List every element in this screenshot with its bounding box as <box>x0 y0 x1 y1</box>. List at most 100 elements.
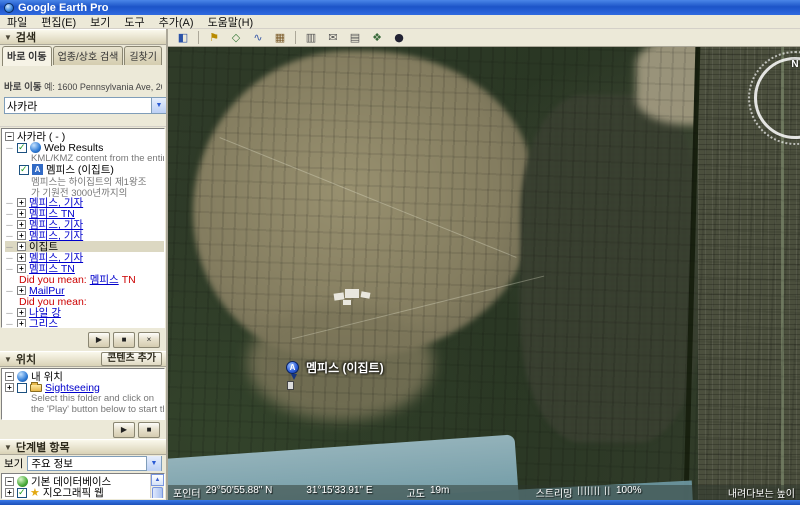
layer-label: 지오그래픽 웹 <box>42 487 104 498</box>
map-ruins-cluster <box>333 287 384 317</box>
menu-item-보기[interactable]: 보기 <box>83 14 117 30</box>
result-row[interactable]: ─ + 멤피스, 기자 <box>5 230 164 241</box>
result-row: 멤피스는 하이집트의 제1왕조 <box>31 175 164 187</box>
places-panel-header[interactable]: ▼ 위치 콘텐츠 추가 <box>0 351 166 367</box>
tab-길찾기[interactable]: 길찾기 <box>124 46 162 65</box>
add-path-icon[interactable]: ∿ <box>248 30 268 45</box>
result-link[interactable]: 멤피스, 기자 <box>29 197 83 208</box>
map-viewport[interactable]: N A 멤피스 (이집트) 포인터 29°50'55.88" N 31°15'3… <box>168 47 800 500</box>
result-row[interactable]: ─ + 멤피스, 기자 <box>5 219 164 230</box>
combo-dropdown-icon[interactable]: ▼ <box>151 98 166 113</box>
result-row[interactable]: ─ + 그리스 <box>5 318 164 328</box>
result-row[interactable]: ─ + 나일 강 <box>5 307 164 318</box>
layers-panel-header[interactable]: ▼ 단계별 항목 <box>0 439 166 455</box>
search-input[interactable] <box>5 98 151 113</box>
email-icon[interactable]: ✉ <box>323 30 343 45</box>
print-icon[interactable]: ▤ <box>345 30 365 45</box>
expander-icon[interactable]: + <box>17 264 26 273</box>
compass-navigation[interactable]: N <box>748 51 800 145</box>
clear-results-button[interactable]: × <box>138 332 160 348</box>
expander-icon[interactable]: − <box>5 132 14 141</box>
checkbox-checked[interactable] <box>17 142 27 153</box>
play-tour-button[interactable]: ▶ <box>88 332 110 348</box>
add-polygon-icon[interactable]: ◇ <box>226 30 246 45</box>
result-row[interactable]: ─ + 이집트 <box>5 241 164 252</box>
did-you-mean-link[interactable]: 멤피스 <box>90 274 119 285</box>
add-content-button[interactable]: 콘텐츠 추가 <box>101 352 162 366</box>
sightseeing-link[interactable]: Sightseeing <box>45 382 100 393</box>
search-panel-header[interactable]: ▼ 검색 <box>0 29 166 45</box>
result-row[interactable]: A멤피스 (이집트) <box>19 164 164 175</box>
sidebar-toggle-icon[interactable]: ◧ <box>173 30 193 45</box>
tab-바로 이동[interactable]: 바로 이동 <box>2 46 52 66</box>
result-row[interactable]: ─ + 멤피스, 기자 <box>5 197 164 208</box>
result-row[interactable]: ─ + 멤피스, 기자 <box>5 252 164 263</box>
menu-item-도움말H[interactable]: 도움말(H) <box>201 14 261 30</box>
expander-icon[interactable]: + <box>5 383 14 392</box>
result-row[interactable]: Did you mean: <box>19 296 164 307</box>
tree-dash: ─ <box>6 318 13 328</box>
menu-item-도구[interactable]: 도구 <box>117 14 151 30</box>
expander-icon[interactable]: + <box>5 488 14 497</box>
layers-scrollbar[interactable]: ▲ ▼ <box>150 474 164 498</box>
ruler-icon[interactable]: ▥ <box>301 30 321 45</box>
layers-view-select[interactable]: 주요 정보 ▼ <box>27 456 162 471</box>
checkbox-checked[interactable] <box>17 487 27 498</box>
result-row[interactable]: ─ Web Results <box>5 142 164 153</box>
expander-icon[interactable]: + <box>17 198 26 207</box>
expander-icon[interactable]: + <box>17 231 26 240</box>
toolbar-separator <box>295 31 296 44</box>
layer-label: 도로 <box>45 498 64 499</box>
expander-icon[interactable]: − <box>5 477 14 486</box>
result-row[interactable]: ─ + 멤피스 TN <box>5 263 164 274</box>
search-tabs: 바로 이동 업종/상호 검색 길찾기 <box>0 45 166 66</box>
stop-tour-button[interactable]: ■ <box>138 422 160 438</box>
streaming-readout: 스트리밍 ||||||| || 100% <box>535 485 642 500</box>
tab-업종/상호 검색[interactable]: 업종/상호 검색 <box>52 46 124 65</box>
stop-tour-button[interactable]: ■ <box>113 332 135 348</box>
expander-icon[interactable]: + <box>17 220 26 229</box>
result-row[interactable]: ─ + 멤피스 TN <box>5 208 164 219</box>
result-link[interactable]: 나일 강 <box>29 307 61 318</box>
expander-icon[interactable]: + <box>17 209 26 218</box>
result-link[interactable]: 멤피스, 기자 <box>29 219 83 230</box>
checkbox-unchecked[interactable] <box>17 499 27 500</box>
expander-icon[interactable]: + <box>17 308 26 317</box>
layer-row[interactable]: + ★지오그래픽 웹 <box>5 487 150 498</box>
add-image-overlay-icon[interactable]: ▦ <box>270 30 290 45</box>
result-row[interactable]: − 사카라 ( - ) <box>5 131 164 142</box>
layer-row[interactable]: 도로 <box>5 498 150 499</box>
add-placemark-icon[interactable]: ⚑ <box>204 30 224 45</box>
scroll-up-icon[interactable]: ▲ <box>151 474 164 486</box>
checkbox-unchecked[interactable] <box>17 382 27 393</box>
result-row[interactable]: Did you mean: 멤피스 TN <box>19 274 164 285</box>
tree-item-sightseeing[interactable]: + Sightseeing <box>5 382 164 393</box>
result-row[interactable]: ─ + MailPur <box>5 285 164 296</box>
search-panel-title: 검색 <box>15 32 37 44</box>
expander-icon[interactable]: + <box>17 286 26 295</box>
sky-icon[interactable]: ● <box>389 30 409 45</box>
result-root-label: 사카라 ( - ) <box>17 131 66 142</box>
menu-item-추가A[interactable]: 추가(A) <box>152 14 201 30</box>
placemark-memphis[interactable]: A <box>286 361 299 380</box>
result-link[interactable]: 그리스 <box>29 318 58 327</box>
expander-icon[interactable]: + <box>17 319 26 327</box>
result-link[interactable]: MailPur <box>29 285 65 296</box>
menu-item-편집E[interactable]: 편집(E) <box>34 14 83 30</box>
expander-icon[interactable]: + <box>17 242 26 251</box>
combo-dropdown-icon[interactable]: ▼ <box>146 456 161 471</box>
result-link[interactable]: 멤피스, 기자 <box>29 252 83 263</box>
result-link[interactable]: 멤피스 TN <box>29 208 75 219</box>
result-link[interactable]: 멤피스, 기자 <box>29 230 83 241</box>
menu-item-파일[interactable]: 파일 <box>0 14 34 30</box>
mini-marker-icon[interactable] <box>287 381 294 390</box>
checkbox-checked[interactable] <box>19 164 29 175</box>
play-tour-button[interactable]: ▶ <box>113 422 135 438</box>
expander-icon[interactable]: − <box>5 372 14 381</box>
expander-icon[interactable]: + <box>17 253 26 262</box>
layer-row[interactable]: − 기본 데이터베이스 <box>5 476 150 487</box>
tree-item-my-places[interactable]: − 내 위치 <box>5 371 164 382</box>
result-link[interactable]: 멤피스 TN <box>29 263 75 274</box>
scrollbar-thumb[interactable] <box>152 487 163 498</box>
view-in-maps-icon[interactable]: ❖ <box>367 30 387 45</box>
